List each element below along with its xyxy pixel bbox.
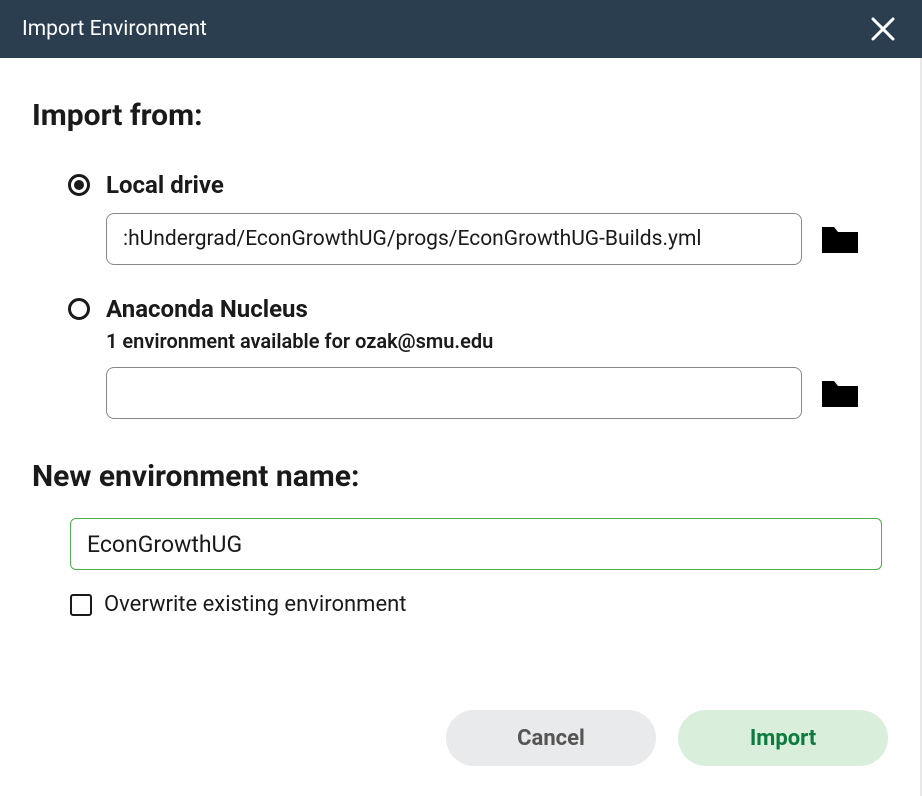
radio-label-nucleus: Anaconda Nucleus bbox=[106, 295, 308, 323]
env-name-heading: New environment name: bbox=[32, 459, 888, 494]
env-name-input[interactable] bbox=[70, 518, 882, 570]
import-from-heading: Import from: bbox=[32, 98, 888, 133]
radio-anaconda-nucleus[interactable] bbox=[68, 298, 90, 320]
browse-local-button[interactable] bbox=[820, 223, 860, 255]
source-anaconda-nucleus: Anaconda Nucleus 1 environment available… bbox=[68, 295, 888, 419]
folder-icon bbox=[820, 377, 860, 409]
local-path-row bbox=[106, 213, 888, 265]
dialog-buttons: Cancel Import bbox=[446, 710, 888, 766]
nucleus-path-row bbox=[106, 367, 888, 419]
import-button[interactable]: Import bbox=[678, 710, 888, 766]
overwrite-checkbox[interactable] bbox=[70, 594, 92, 616]
nucleus-path-input[interactable] bbox=[106, 367, 802, 419]
radio-local-drive[interactable] bbox=[68, 174, 90, 196]
cancel-button[interactable]: Cancel bbox=[446, 710, 656, 766]
close-icon bbox=[870, 16, 896, 42]
overwrite-label: Overwrite existing environment bbox=[104, 592, 406, 617]
close-button[interactable] bbox=[866, 12, 900, 46]
overwrite-row: Overwrite existing environment bbox=[70, 592, 888, 617]
radio-label-local: Local drive bbox=[106, 171, 224, 199]
source-local-drive: Local drive bbox=[68, 171, 888, 265]
radio-row-nucleus: Anaconda Nucleus bbox=[68, 295, 888, 323]
local-path-input[interactable] bbox=[106, 213, 802, 265]
nucleus-subtext: 1 environment available for ozak@smu.edu bbox=[106, 329, 888, 353]
radio-dot-icon bbox=[74, 180, 84, 190]
folder-icon bbox=[820, 223, 860, 255]
browse-nucleus-button[interactable] bbox=[820, 377, 860, 409]
dialog-content: Import from: Local drive Anaconda Nucleu… bbox=[0, 58, 922, 796]
dialog-title: Import Environment bbox=[22, 17, 207, 41]
env-name-section: New environment name: Overwrite existing… bbox=[32, 459, 888, 617]
radio-row-local: Local drive bbox=[68, 171, 888, 199]
dialog-titlebar: Import Environment bbox=[0, 0, 922, 58]
